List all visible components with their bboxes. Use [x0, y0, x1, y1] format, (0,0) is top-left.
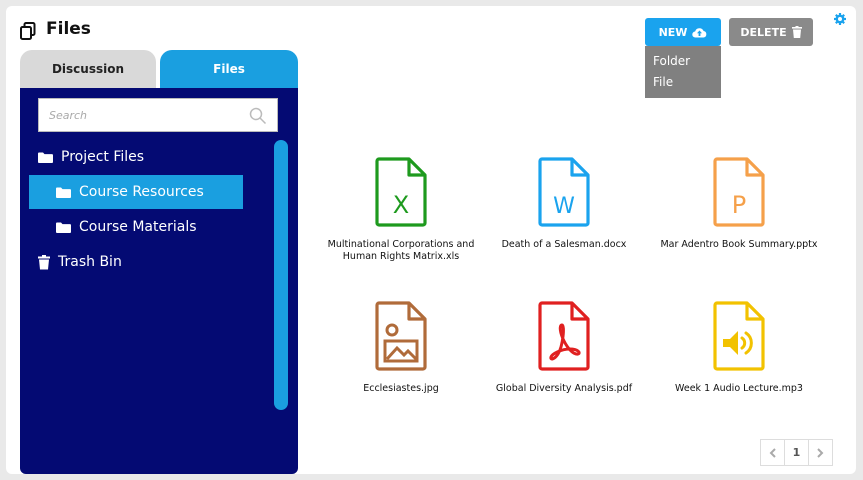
tab-files[interactable]: Files	[160, 50, 298, 88]
cloud-upload-icon	[692, 27, 707, 38]
folder-icon	[56, 222, 71, 233]
page-number[interactable]: 1	[784, 439, 809, 466]
file-name: Multinational Corporations and Human Rig…	[327, 239, 475, 262]
tree-item-label: Course Materials	[79, 219, 197, 235]
folder-icon	[56, 187, 71, 198]
chevron-right-icon	[817, 447, 824, 458]
file-name: Ecclesiastes.jpg	[363, 383, 439, 394]
file-glyph: X	[393, 191, 409, 219]
page-title: Files	[46, 19, 91, 39]
folder-icon	[38, 152, 53, 163]
tree-item-label: Trash Bin	[58, 254, 122, 270]
tree-item-label: Course Resources	[79, 184, 204, 200]
file-item[interactable]: Week 1 Audio Lecture.mp3	[654, 301, 824, 395]
file-item[interactable]: Ecclesiastes.jpg	[316, 301, 486, 395]
sidebar-scrollbar[interactable]	[274, 140, 288, 410]
tab-label: Files	[213, 62, 245, 76]
pagination: 1	[760, 439, 833, 466]
word-file-icon: W	[538, 157, 590, 227]
file-name: Death of a Salesman.docx	[501, 239, 627, 250]
pdf-file-icon	[538, 301, 590, 371]
file-glyph: W	[553, 194, 575, 219]
delete-button-label: DELETE	[740, 25, 787, 39]
file-item[interactable]: W Death of a Salesman.docx	[479, 157, 649, 251]
tree-item-course-resources[interactable]: Course Resources	[29, 175, 243, 209]
tab-discussion[interactable]: Discussion	[20, 50, 156, 88]
trash-icon	[38, 254, 50, 269]
tree-item-label: Project Files	[61, 149, 145, 165]
prev-page-button[interactable]	[760, 439, 785, 466]
search-input[interactable]	[39, 99, 239, 131]
file-item[interactable]: P Mar Adentro Book Summary.pptx	[654, 157, 824, 251]
search-icon[interactable]	[249, 107, 267, 125]
excel-file-icon: X	[375, 157, 427, 227]
tree-item-trash-bin[interactable]: Trash Bin	[38, 251, 122, 273]
delete-button[interactable]: DELETE	[729, 18, 813, 46]
search-box	[38, 98, 278, 132]
menu-item-file[interactable]: File	[653, 72, 713, 93]
file-name: Week 1 Audio Lecture.mp3	[675, 383, 803, 394]
tree-item-project-files[interactable]: Project Files	[38, 146, 144, 168]
trash-icon	[791, 26, 802, 38]
tree-item-course-materials[interactable]: Course Materials	[56, 216, 197, 238]
new-dropdown-menu: Folder File	[645, 46, 721, 98]
file-name: Global Diversity Analysis.pdf	[495, 383, 633, 394]
image-file-icon	[375, 301, 427, 371]
new-button[interactable]: NEW	[645, 18, 721, 46]
gear-icon[interactable]	[834, 13, 846, 25]
file-glyph: P	[732, 191, 746, 219]
tab-label: Discussion	[51, 62, 125, 76]
copy-icon	[20, 22, 36, 40]
next-page-button[interactable]	[808, 439, 833, 466]
chevron-left-icon	[769, 447, 776, 458]
folder-sidebar: Project Files Course Resources Course Ma…	[20, 88, 298, 474]
powerpoint-file-icon: P	[713, 157, 765, 227]
menu-item-folder[interactable]: Folder	[653, 51, 713, 72]
file-item[interactable]: X Multinational Corporations and Human R…	[316, 157, 486, 263]
new-button-label: NEW	[658, 25, 688, 39]
file-item[interactable]: Global Diversity Analysis.pdf	[479, 301, 649, 395]
audio-file-icon	[713, 301, 765, 371]
file-name: Mar Adentro Book Summary.pptx	[660, 239, 818, 250]
